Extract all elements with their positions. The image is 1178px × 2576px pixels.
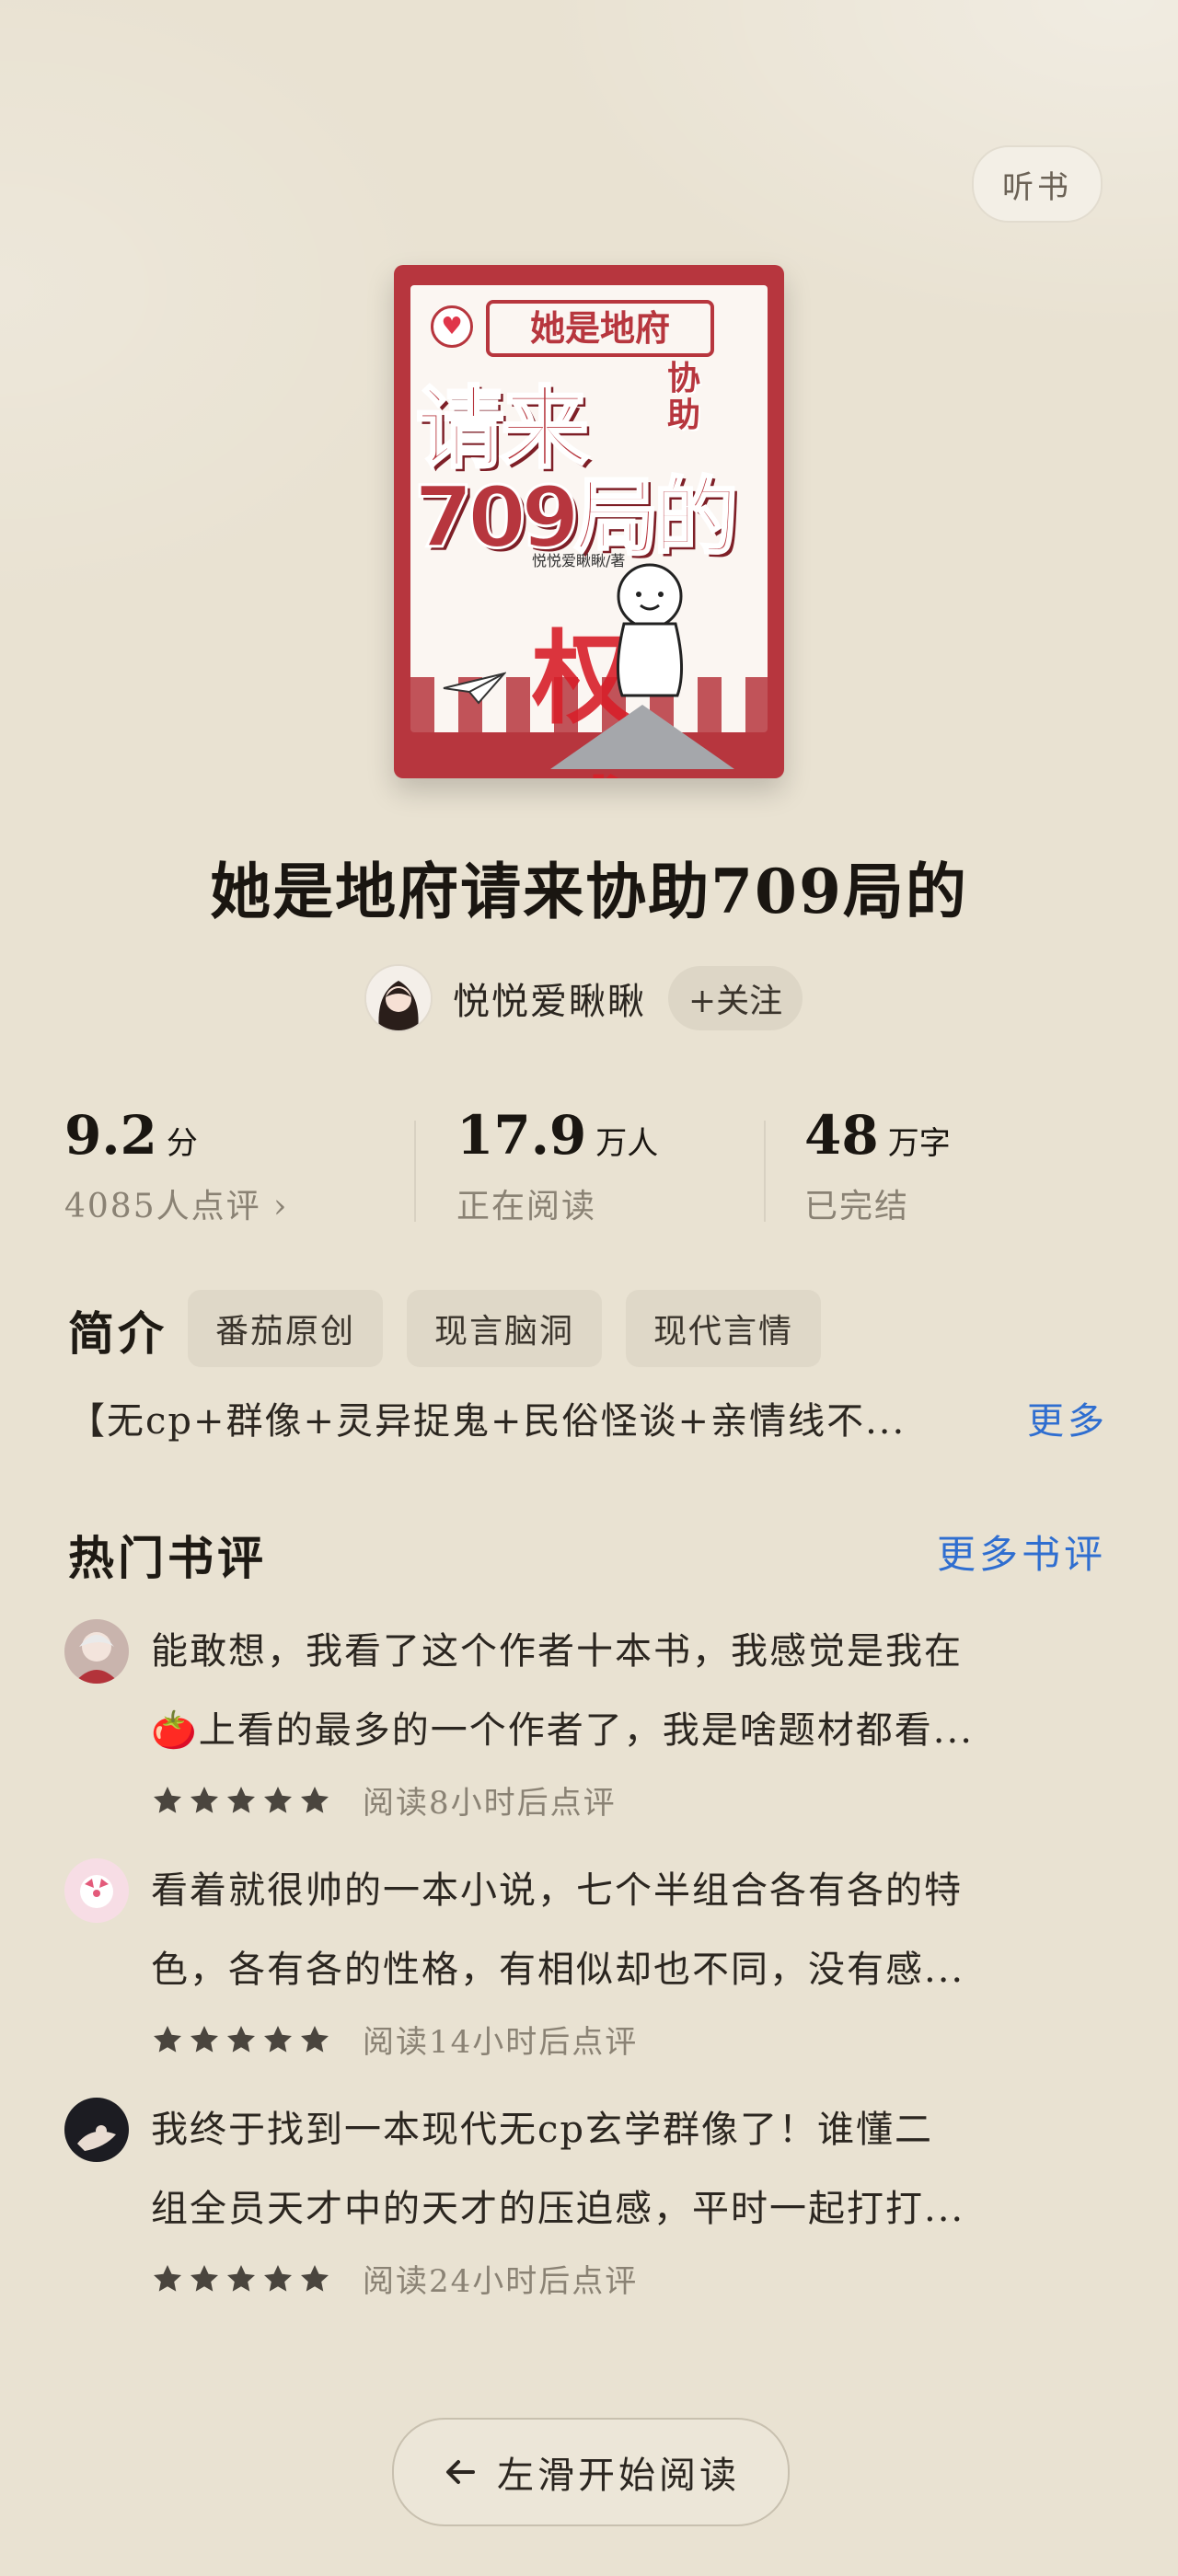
star-icon [264,2264,292,2292]
wordcount-unit: 万字 [887,1125,951,1162]
star-icon [301,1786,329,1813]
reviewer-avatar-image [64,1858,129,1923]
tag-chip[interactable]: 现言脑洞 [407,1290,603,1367]
star-icon [191,2025,218,2053]
paper-plane-icon [443,672,506,705]
star-icon [154,2025,181,2053]
reviewer-avatar[interactable] [64,1858,129,1923]
arrow-left-icon [446,2460,475,2484]
review-text-line: 看着就很帅的一本小说，七个半组合各有各的特 [151,1869,963,1912]
reviewer-avatar[interactable] [64,2098,129,2162]
wordcount-value: 48 [804,1104,879,1167]
readers-unit: 万人 [595,1125,659,1162]
star-icon [301,2264,329,2292]
review-text: 看着就很帅的一本小说，七个半组合各有各的特 色，各有各的性格，有相似却也不同，没… [151,1851,1172,2009]
star-icon [301,2025,329,2053]
reviews-heading: 热门书评 [68,1531,267,1585]
rating-value: 9.2 [64,1104,157,1167]
heart-icon: ♥ [431,305,473,348]
start-reading-label: 左滑开始阅读 [497,2455,740,2497]
cover-stand-shape [550,705,734,769]
reviewer-avatar-image [64,2098,129,2162]
stats-divider [764,1121,766,1222]
character-illustration [616,563,684,697]
follow-button[interactable]: +关注 [668,966,803,1030]
review-text: 能敢想，我看了这个作者十本书，我感觉是我在 🍅上看的最多的一个作者了，我是啥题材… [151,1612,1172,1770]
star-icon [191,1786,218,1813]
star-icon [191,2264,218,2292]
review-text-line: 组全员天才中的天才的压迫感，平时一起打打... [151,2188,965,2230]
reviewer-avatar[interactable] [64,1619,129,1684]
review-text: 我终于找到一本现代无cp玄学群像了！谁懂二 组全员天才中的天才的压迫感，平时一起… [151,2090,1172,2248]
readers-label: 正在阅读 [456,1188,597,1225]
star-icon [227,2025,255,2053]
review-read-time: 阅读24小时后点评 [363,2263,639,2300]
review-meta: 阅读24小时后点评 [151,2256,638,2301]
status-label: 已完结 [804,1188,910,1225]
cover-badge-text: 她是地府 [486,300,714,357]
author-row: 悦悦爱瞅瞅 +关注 [364,962,803,1034]
book-title: 她是地府请来协助709局的 [210,856,968,927]
star-icon [154,2264,181,2292]
review-meta: 阅读8小时后点评 [151,1777,617,1823]
review-meta: 阅读14小时后点评 [151,2017,638,2062]
star-icon [264,1786,292,1813]
review-text-line: 能敢想，我看了这个作者十本书，我感觉是我在 [151,1630,963,1673]
tag-chip[interactable]: 现代言情 [626,1290,822,1367]
star-rating [151,2023,335,2056]
stat-wordcount: 48 万字 已完结 [804,1104,951,1227]
cover-title-small: 协助 [666,360,700,434]
stat-readers: 17.9 万人 正在阅读 [456,1104,658,1227]
star-icon [227,1786,255,1813]
listen-button[interactable]: 听书 [972,145,1103,223]
intro-heading: 简介 [68,1306,167,1361]
intro-summary[interactable]: 【无cp+群像+灵异捉鬼+民俗怪谈+亲情线不... [68,1391,988,1444]
author-avatar-image [366,966,431,1030]
rating-count-link[interactable]: 4085人点评 › [64,1179,288,1227]
book-stats: 9.2 分 4085人点评 › 17.9 万人 正在阅读 48 万字 已完结 [0,1104,1178,1242]
reviewer-avatar-image [64,1619,129,1684]
review-read-time: 阅读14小时后点评 [363,2024,639,2061]
stat-rating[interactable]: 9.2 分 4085人点评 › [64,1104,288,1227]
stats-divider [414,1121,416,1222]
author-avatar[interactable] [364,964,433,1032]
more-reviews-link[interactable]: 更多书评 [937,1524,1106,1580]
star-icon [227,2264,255,2292]
star-rating [151,2262,335,2295]
readers-value: 17.9 [456,1104,587,1167]
review-text-line: 色，各有各的性格，有相似却也不同，没有感... [151,1949,965,1991]
rating-unit: 分 [166,1125,198,1162]
author-name[interactable]: 悦悦爱瞅瞅 [453,972,646,1025]
review-text-line: 我终于找到一本现代无cp玄学群像了！谁懂二 [151,2109,934,2151]
intro-more-link[interactable]: 更多 [1027,1391,1108,1444]
star-icon [264,2025,292,2053]
review-read-time: 阅读8小时后点评 [363,1785,617,1822]
start-reading-button[interactable]: 左滑开始阅读 [392,2418,790,2526]
book-cover[interactable]: ♥ 她是地府 请来 协助 709局的 悦悦爱瞅瞅/著 权威 [394,265,784,778]
tag-chip[interactable]: 番茄原创 [188,1290,384,1367]
star-rating [151,1784,335,1817]
star-icon [154,1786,181,1813]
review-text-line: 🍅上看的最多的一个作者了，我是啥题材都看... [151,1709,974,1752]
